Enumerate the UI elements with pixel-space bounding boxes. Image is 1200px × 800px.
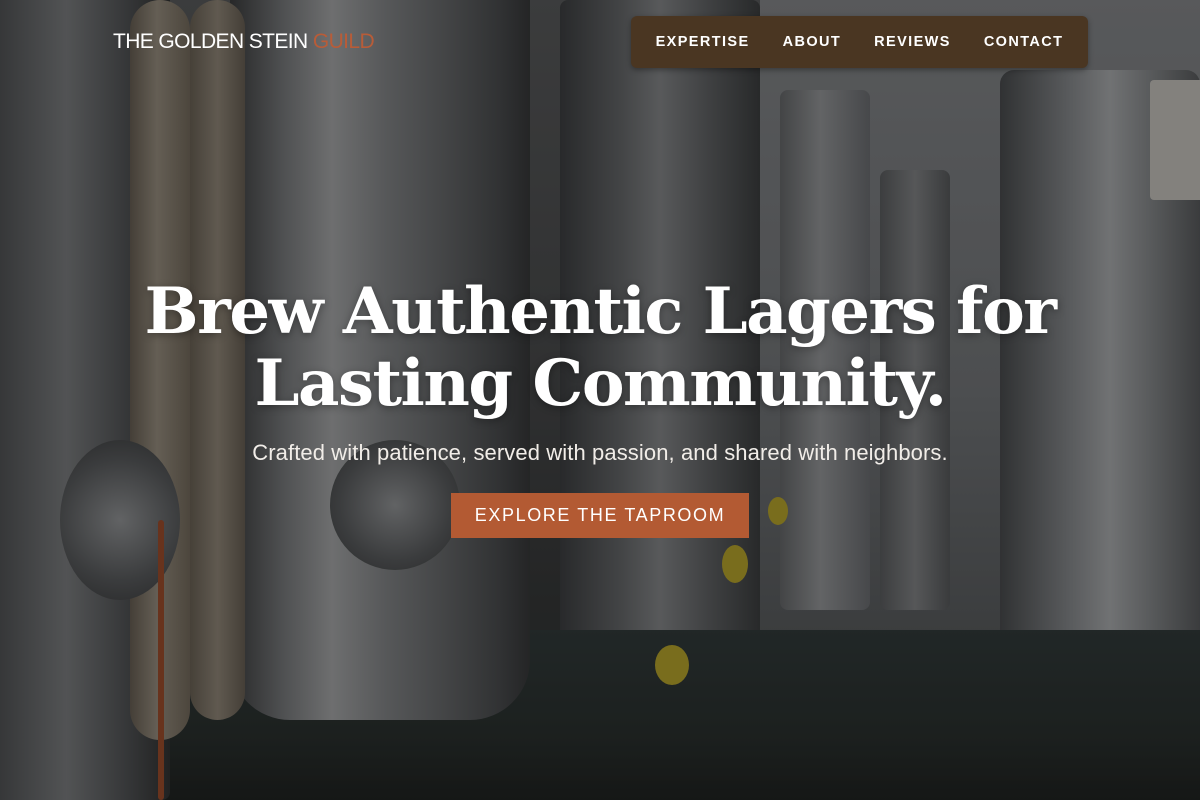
hero-headline-line-2: Lasting Community. bbox=[254, 346, 947, 421]
explore-taproom-button[interactable]: EXPLORE THE TAPROOM bbox=[451, 493, 749, 538]
hero-headline-line-1: Brew Authentic Lagers for bbox=[144, 274, 1057, 349]
logo-text-main: THE GOLDEN STEIN bbox=[113, 30, 308, 53]
logo-text-accent: GUILD bbox=[312, 30, 375, 53]
nav-link-expertise[interactable]: EXPERTISE bbox=[656, 34, 750, 50]
main-nav: EXPERTISE ABOUT REVIEWS CONTACT bbox=[631, 16, 1088, 68]
nav-link-contact[interactable]: CONTACT bbox=[984, 34, 1064, 50]
nav-link-reviews[interactable]: REVIEWS bbox=[874, 34, 951, 50]
site-logo[interactable]: THE GOLDEN STEIN GUILD bbox=[113, 30, 375, 54]
nav-link-about[interactable]: ABOUT bbox=[783, 34, 842, 50]
hero-headline: Brew Authentic Lagers for Lasting Commun… bbox=[0, 276, 1200, 420]
hero-subtitle: Crafted with patience, served with passi… bbox=[252, 440, 948, 465]
